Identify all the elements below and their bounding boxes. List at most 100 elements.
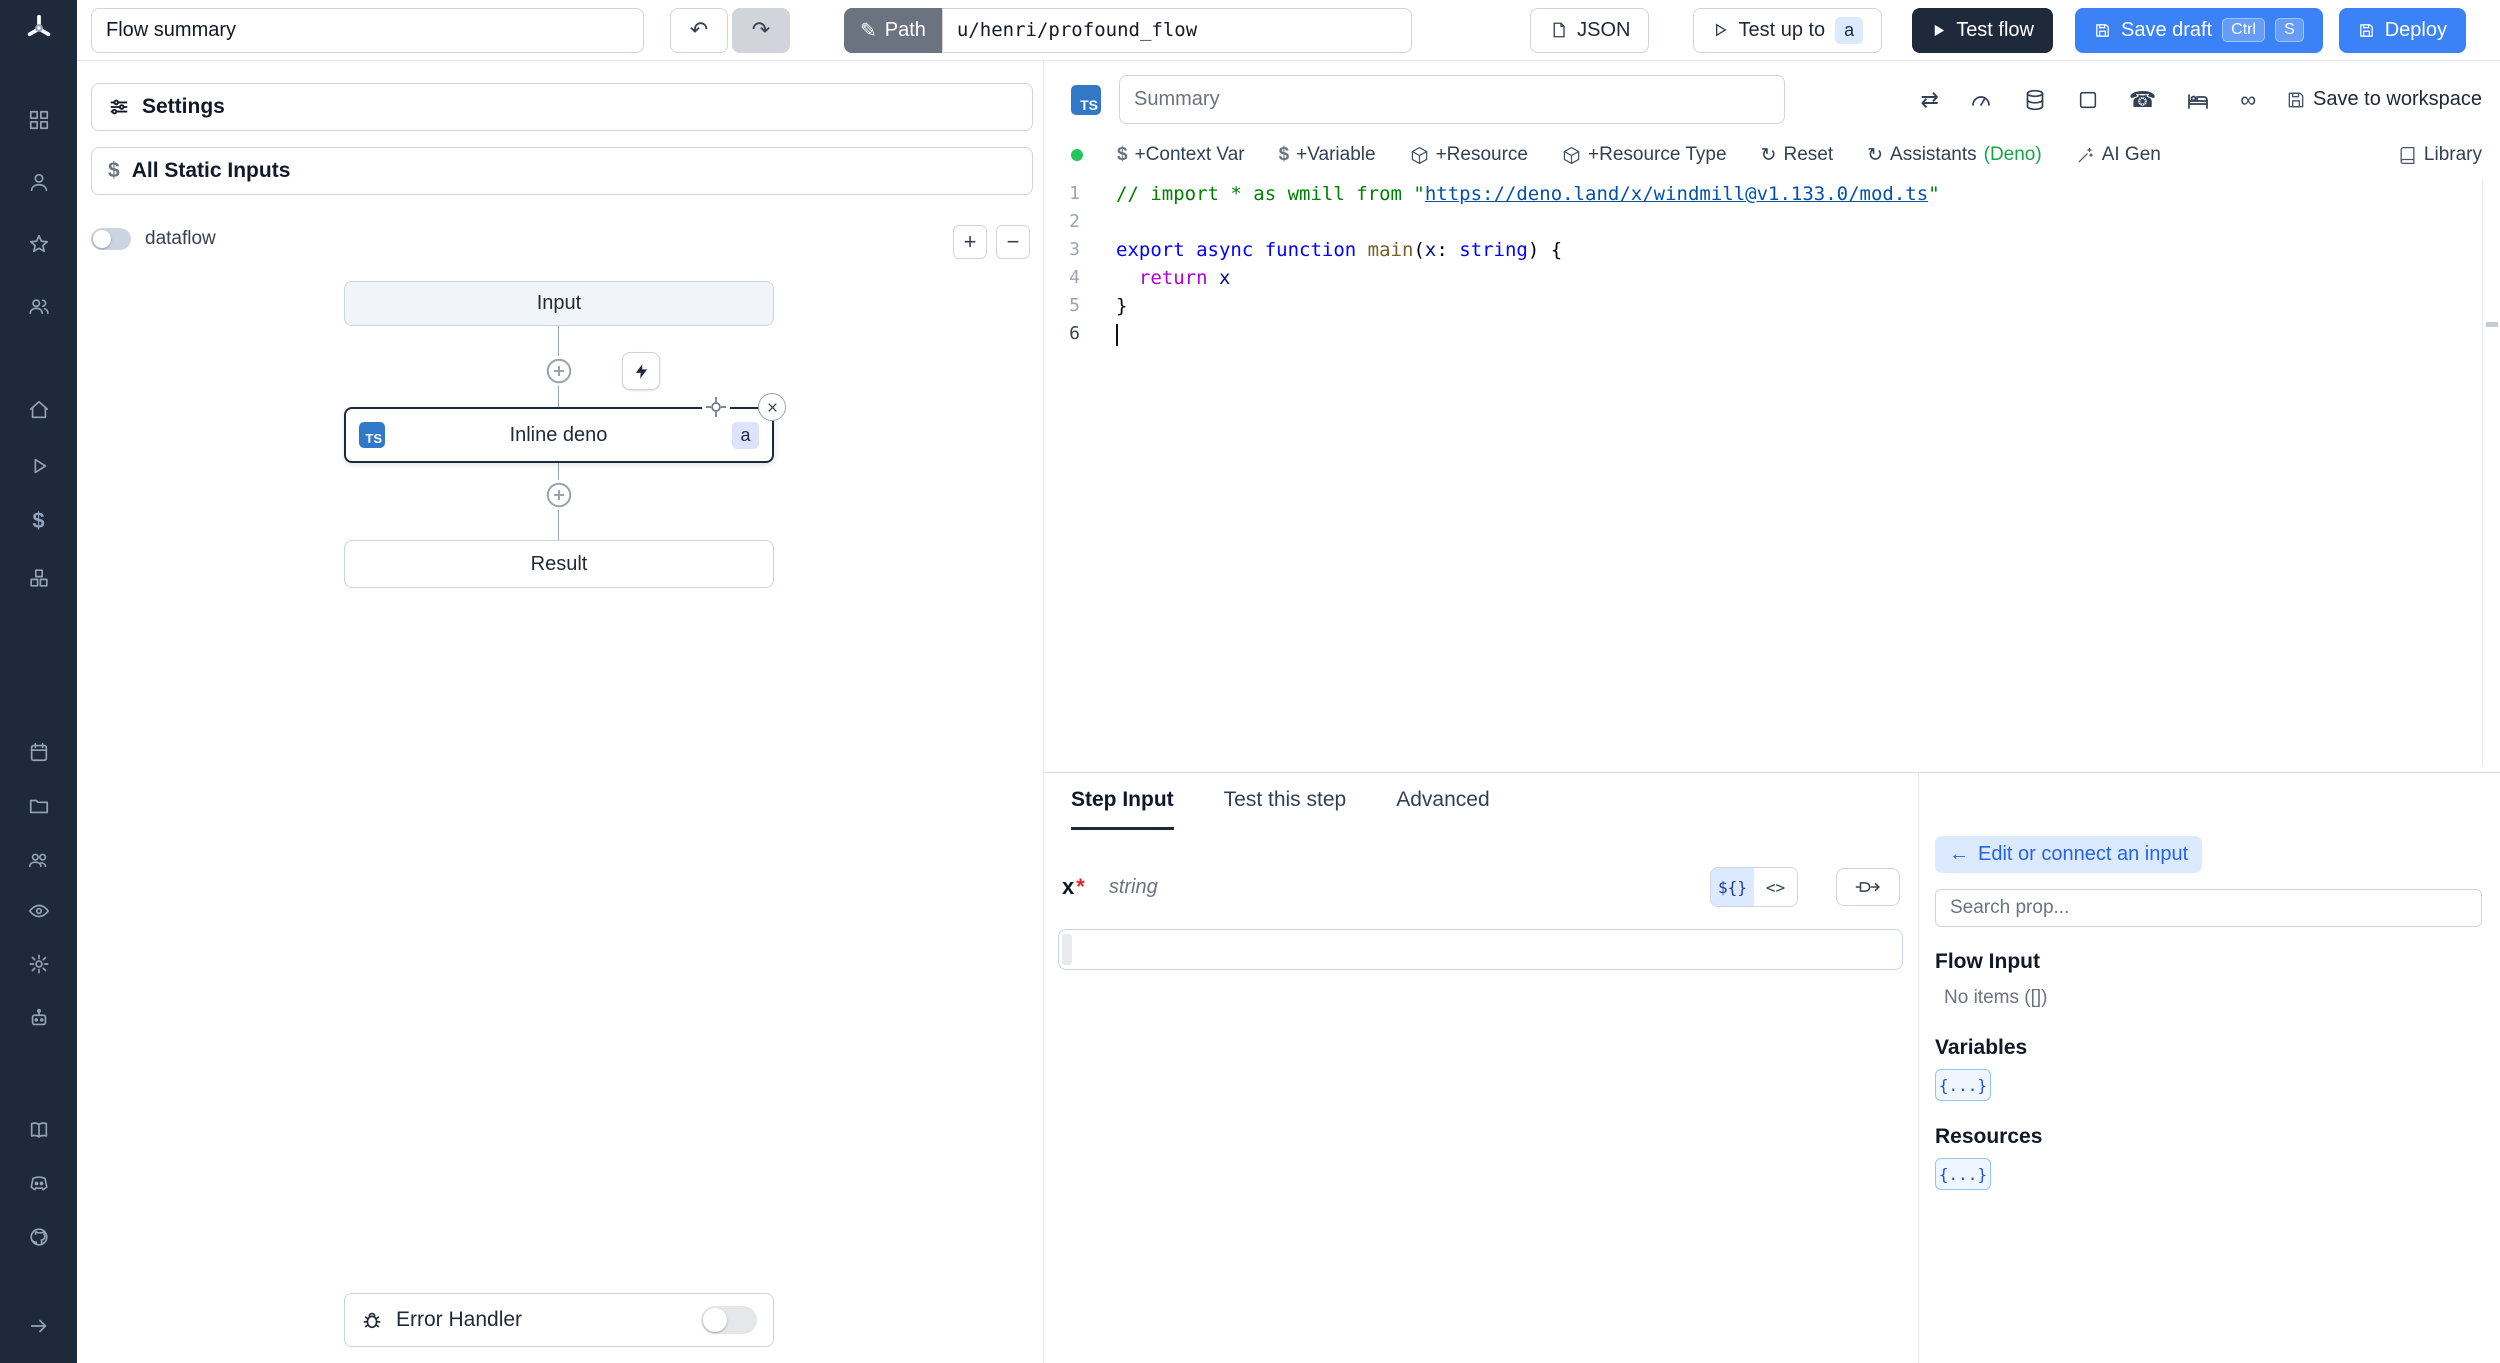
tab-test-this-step[interactable]: Test this step bbox=[1224, 773, 1347, 830]
tab-advanced[interactable]: Advanced bbox=[1396, 773, 1489, 830]
gear-icon[interactable] bbox=[0, 944, 77, 984]
redo-button[interactable]: ↷ bbox=[732, 7, 790, 53]
test-up-to-button[interactable]: Test up to a bbox=[1693, 7, 1883, 53]
eye-icon[interactable] bbox=[0, 891, 77, 931]
json-icon bbox=[1549, 21, 1567, 39]
wand-icon bbox=[2076, 146, 2095, 165]
home-icon[interactable] bbox=[0, 390, 77, 430]
remove-step-button[interactable] bbox=[758, 393, 786, 421]
node-result[interactable]: Result bbox=[344, 540, 774, 588]
dollar-icon[interactable]: $ bbox=[0, 501, 77, 541]
save-to-workspace-button[interactable]: Save to workspace bbox=[2286, 88, 2482, 111]
bolt-icon bbox=[633, 363, 650, 380]
insert-step-button-2[interactable] bbox=[544, 480, 574, 510]
tab-step-input[interactable]: Step Input bbox=[1071, 773, 1174, 830]
template-mode-button[interactable]: ${} bbox=[1711, 868, 1754, 906]
apps-grid-icon[interactable] bbox=[0, 100, 77, 140]
add-variable-button[interactable]: $ +Variable bbox=[1279, 144, 1376, 166]
refresh-icon: ↻ bbox=[1867, 144, 1884, 166]
app-sidebar: $ bbox=[0, 0, 77, 1363]
settings-button[interactable]: Settings bbox=[91, 83, 1033, 131]
robot-icon[interactable] bbox=[0, 998, 77, 1038]
infinity-icon[interactable]: ∞ bbox=[2240, 88, 2256, 111]
node-input[interactable]: Input bbox=[344, 281, 774, 326]
prop-picker-panel: ← Edit or connect an input Flow Input No… bbox=[1918, 772, 2500, 1363]
overview-ruler bbox=[2482, 180, 2500, 766]
zoom-in-button[interactable]: + bbox=[953, 225, 987, 259]
undo-button[interactable]: ↶ bbox=[670, 7, 728, 53]
connect-input-button[interactable] bbox=[1836, 868, 1900, 906]
star-icon[interactable] bbox=[0, 224, 77, 264]
json-button[interactable]: JSON bbox=[1530, 7, 1650, 53]
users-icon[interactable] bbox=[0, 286, 77, 326]
play-filled-icon bbox=[1931, 23, 1946, 38]
flow-input-empty: No items ([]) bbox=[1944, 987, 2048, 1008]
discord-icon[interactable] bbox=[0, 1163, 77, 1203]
variables-heading: Variables bbox=[1935, 1036, 2028, 1059]
resources-object-badge[interactable]: {...} bbox=[1935, 1158, 1991, 1190]
dataflow-toggle[interactable] bbox=[91, 228, 131, 250]
path-input[interactable] bbox=[941, 7, 1412, 53]
edit-connect-button[interactable]: ← Edit or connect an input bbox=[1935, 836, 2203, 873]
zoom-out-button[interactable]: − bbox=[996, 225, 1030, 259]
play-icon[interactable] bbox=[0, 446, 77, 486]
dollar-icon: $ bbox=[108, 159, 120, 182]
kbd-s: S bbox=[2275, 18, 2304, 42]
insert-step-button-1[interactable] bbox=[544, 356, 574, 386]
static-inputs-button[interactable]: $ All Static Inputs bbox=[91, 147, 1033, 195]
test-flow-button[interactable]: Test flow bbox=[1912, 7, 2053, 53]
arrow-right-icon[interactable] bbox=[0, 1306, 77, 1346]
crosshair-icon[interactable] bbox=[702, 393, 730, 421]
node-inline-deno[interactable]: TS Inline deno a bbox=[344, 393, 786, 463]
status-dot bbox=[1071, 149, 1083, 161]
dataflow-label: dataflow bbox=[145, 228, 216, 249]
code-mode-button[interactable]: <> bbox=[1754, 868, 1797, 906]
github-icon[interactable] bbox=[0, 1217, 77, 1257]
variables-object-badge[interactable]: {...} bbox=[1935, 1069, 1991, 1101]
arg-value-input[interactable] bbox=[1058, 929, 1903, 970]
square-icon[interactable] bbox=[2077, 89, 2099, 111]
add-resource-type-button[interactable]: +Resource Type bbox=[1562, 144, 1727, 166]
flow-summary-input[interactable] bbox=[91, 7, 644, 53]
folder-icon[interactable] bbox=[0, 786, 77, 826]
step-summary-input[interactable] bbox=[1119, 75, 1785, 124]
calendar-icon[interactable] bbox=[0, 732, 77, 772]
trigger-button[interactable] bbox=[622, 352, 660, 390]
reset-button[interactable]: ↻ Reset bbox=[1761, 144, 1834, 167]
path-button[interactable]: ✎ Path bbox=[844, 7, 942, 53]
add-resource-button[interactable]: +Resource bbox=[1410, 144, 1528, 166]
step-tabs: Step Input Test this step Advanced bbox=[1044, 773, 1918, 830]
flow-graph-panel: Settings $ All Static Inputs dataflow + … bbox=[77, 61, 1044, 1363]
refresh-icon: ↻ bbox=[1760, 144, 1777, 166]
pencil-icon: ✎ bbox=[860, 19, 877, 42]
database-icon[interactable] bbox=[2023, 88, 2047, 112]
phone-icon[interactable]: ☎ bbox=[2129, 88, 2156, 111]
error-handler-toggle[interactable] bbox=[701, 1306, 757, 1334]
save-icon bbox=[2286, 90, 2306, 110]
code-editor[interactable]: 1// import * as wmill from "https://deno… bbox=[1044, 180, 2480, 772]
add-context-var-button[interactable]: $ +Context Var bbox=[1117, 144, 1245, 166]
prop-search-input[interactable] bbox=[1935, 889, 2482, 927]
gauge-icon[interactable] bbox=[1969, 88, 1993, 112]
book-icon[interactable] bbox=[0, 1110, 77, 1150]
deploy-button[interactable]: Deploy bbox=[2338, 7, 2466, 53]
windmill-logo[interactable] bbox=[0, 8, 77, 48]
flow-input-heading: Flow Input bbox=[1935, 950, 2040, 973]
bed-icon[interactable] bbox=[2186, 88, 2210, 112]
sliders-icon bbox=[108, 96, 130, 118]
input-mode-toggle: ${} <> bbox=[1710, 867, 1798, 907]
assistants-button[interactable]: ↻ Assistants (Deno) bbox=[1867, 144, 2042, 167]
ai-gen-button[interactable]: AI Gen bbox=[2076, 144, 2161, 166]
user-group-icon[interactable] bbox=[0, 839, 77, 879]
cycle-icon[interactable]: ⇄ bbox=[1920, 88, 1938, 111]
library-button[interactable]: Library bbox=[2398, 144, 2482, 166]
script-editor: TS ⇄ ☎ ∞ Save to workspace $+Context Var… bbox=[1044, 61, 2500, 772]
boxes-icon[interactable] bbox=[0, 558, 77, 598]
deploy-icon bbox=[2358, 22, 2375, 39]
save-draft-button[interactable]: Save draft Ctrl S bbox=[2075, 7, 2323, 53]
save-icon bbox=[2094, 22, 2111, 39]
user-icon[interactable] bbox=[0, 162, 77, 202]
step-input-panel: Step Input Test this step Advanced x * s… bbox=[1044, 772, 1918, 1363]
editor-toolbar: $ +Context Var $ +Variable +Resource +Reso… bbox=[1044, 137, 2500, 173]
error-handler-node[interactable]: Error Handler bbox=[344, 1293, 774, 1347]
